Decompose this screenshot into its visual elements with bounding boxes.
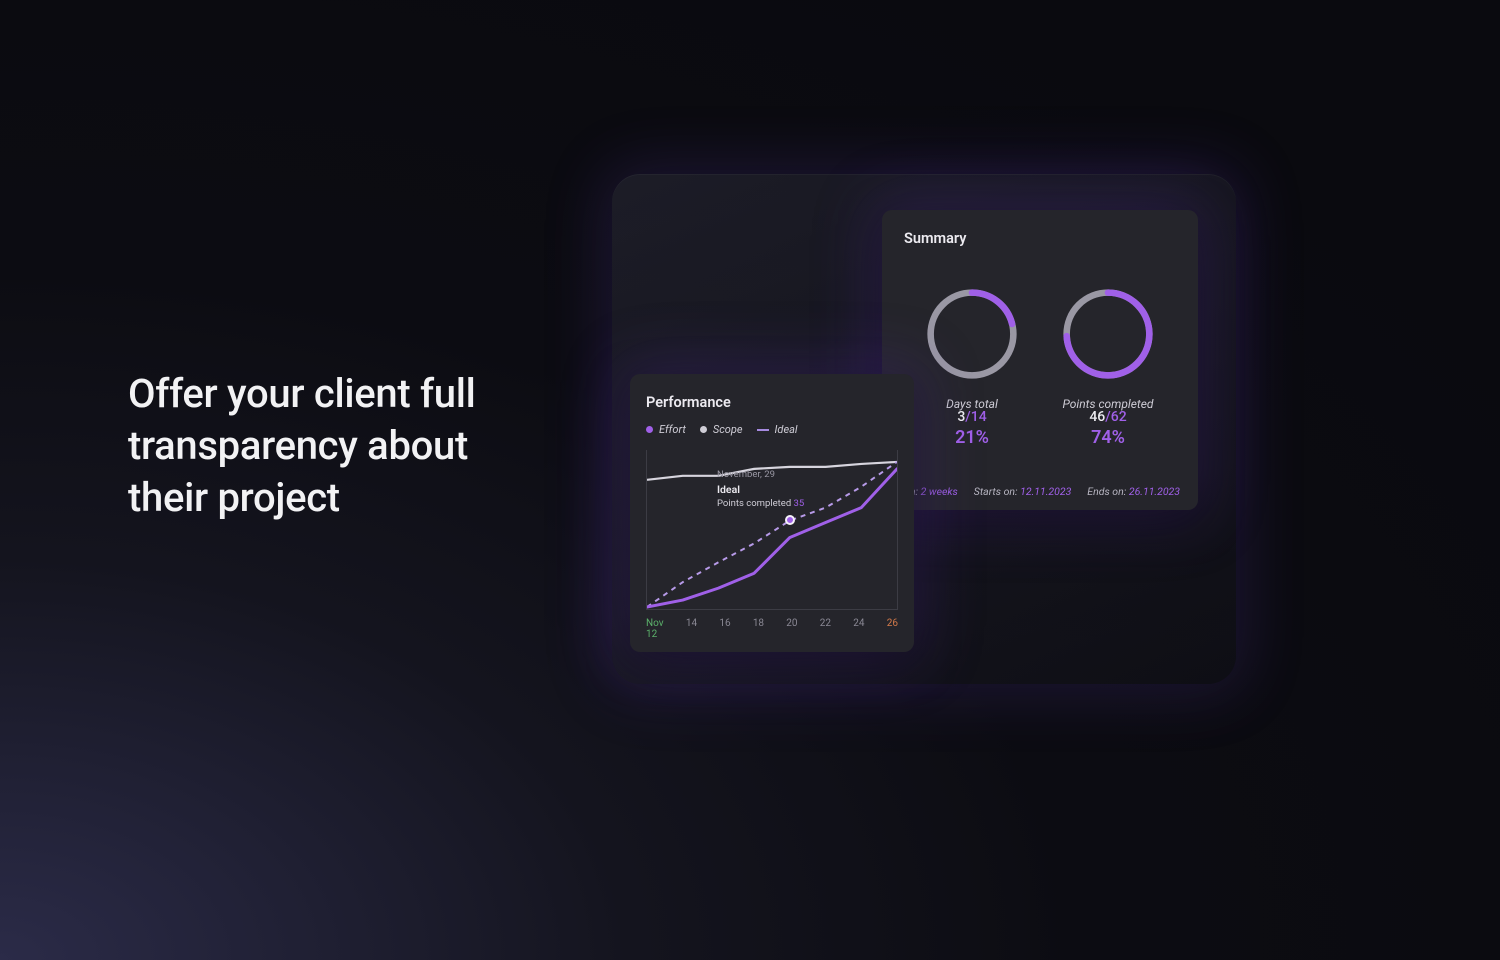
gauge-fraction: 3/14 <box>957 409 986 425</box>
gauge-fraction: 46/62 <box>1089 409 1126 425</box>
gauge-percent: 21% <box>955 427 989 448</box>
chart-x-axis: Nov12 14 16 18 20 22 24 26 <box>646 618 898 640</box>
gauge-points-completed: 46/62 74% Points completed <box>1048 287 1168 411</box>
summary-footer: t duration: 2 weeks Starts on: 12.11.202… <box>882 485 1180 498</box>
gauge-ring-icon <box>1061 287 1155 381</box>
x-tick: 26 <box>887 618 898 640</box>
chart-marker-icon <box>785 515 795 525</box>
gauge-percent: 74% <box>1091 427 1125 448</box>
gauge-ring-icon <box>925 287 1019 381</box>
dot-icon <box>700 426 707 433</box>
performance-chart[interactable]: November, 29 Ideal Points completed 35 <box>646 450 898 610</box>
x-tick: 24 <box>853 618 864 640</box>
page-headline: Offer your client full transparency abou… <box>128 368 548 524</box>
performance-title: Performance <box>646 394 898 411</box>
summary-gauges: 3/14 21% Days total 46/62 74% <box>904 287 1176 411</box>
chart-legend: Effort Scope Ideal <box>646 423 898 436</box>
x-tick: 16 <box>719 618 730 640</box>
x-tick: 22 <box>820 618 831 640</box>
x-tick: 14 <box>686 618 697 640</box>
summary-title: Summary <box>904 230 1176 247</box>
x-tick: 20 <box>786 618 797 640</box>
gauge-days-total: 3/14 21% Days total <box>912 287 1032 411</box>
chart-tooltip: November, 29 Ideal Points completed 35 <box>717 468 804 511</box>
x-tick: Nov12 <box>646 618 664 640</box>
dash-icon <box>757 429 769 431</box>
performance-card: Performance Effort Scope Ideal November,… <box>630 374 914 652</box>
dot-icon <box>646 426 653 433</box>
summary-card: Summary 3/14 21% Days total <box>882 210 1198 510</box>
legend-ideal: Ideal <box>757 423 798 436</box>
x-tick: 18 <box>753 618 764 640</box>
legend-effort: Effort <box>646 423 686 436</box>
legend-scope: Scope <box>700 423 743 436</box>
